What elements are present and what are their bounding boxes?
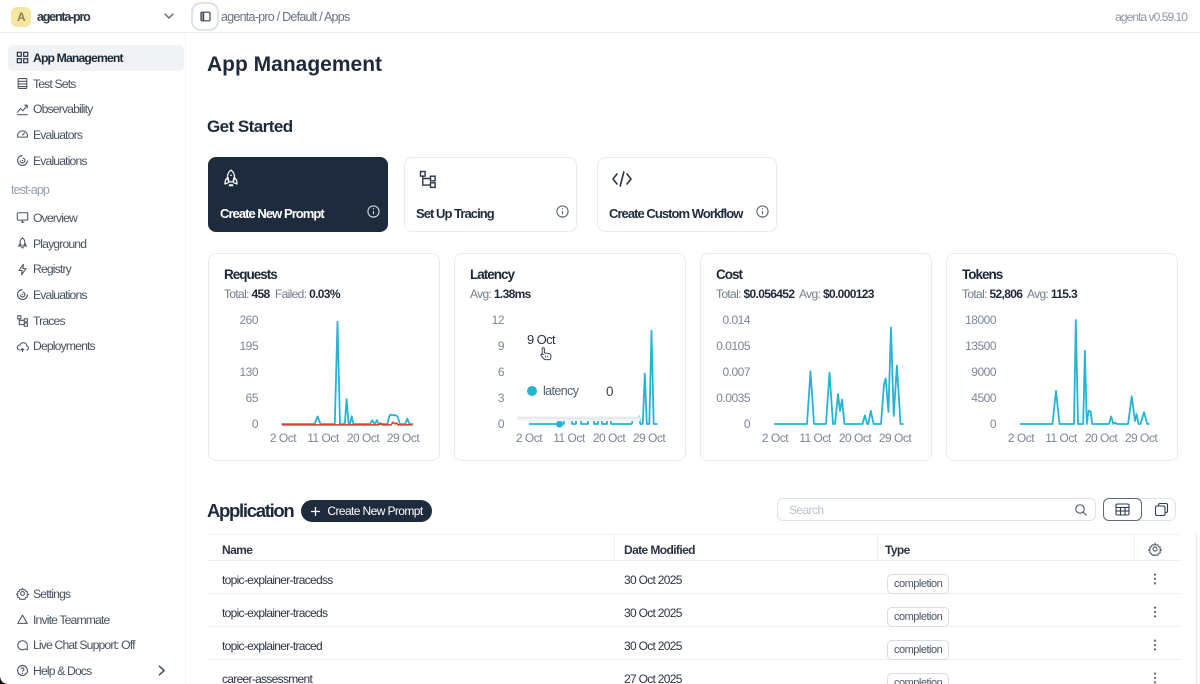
svg-text:20 Oct: 20 Oct xyxy=(839,431,873,445)
svg-text:29 Oct: 29 Oct xyxy=(633,431,667,445)
svg-text:20 Oct: 20 Oct xyxy=(347,431,381,445)
svg-text:2 Oct: 2 Oct xyxy=(762,431,789,445)
svg-text:11 Oct: 11 Oct xyxy=(307,431,340,445)
svg-text:2 Oct: 2 Oct xyxy=(1008,431,1035,445)
svg-text:12: 12 xyxy=(492,313,505,327)
svg-text:0: 0 xyxy=(744,417,751,431)
svg-text:0: 0 xyxy=(498,417,505,431)
svg-text:9 Oct: 9 Oct xyxy=(527,332,556,347)
svg-text:latency: latency xyxy=(543,384,580,398)
svg-text:0.0105: 0.0105 xyxy=(716,339,751,353)
svg-text:2 Oct: 2 Oct xyxy=(516,431,543,445)
svg-text:260: 260 xyxy=(239,313,258,327)
svg-text:0: 0 xyxy=(990,417,997,431)
svg-text:20 Oct: 20 Oct xyxy=(1085,431,1119,445)
svg-text:29 Oct: 29 Oct xyxy=(1125,431,1159,445)
svg-text:4500: 4500 xyxy=(971,391,997,405)
svg-text:13500: 13500 xyxy=(965,339,997,353)
svg-text:9: 9 xyxy=(498,339,505,353)
svg-text:2 Oct: 2 Oct xyxy=(270,431,297,445)
svg-text:6: 6 xyxy=(498,365,505,379)
svg-text:11 Oct: 11 Oct xyxy=(799,431,832,445)
svg-text:0.007: 0.007 xyxy=(722,365,750,379)
svg-text:130: 130 xyxy=(239,365,258,379)
svg-text:29 Oct: 29 Oct xyxy=(387,431,421,445)
svg-text:0.0035: 0.0035 xyxy=(716,391,751,405)
svg-text:195: 195 xyxy=(239,339,258,353)
svg-text:9000: 9000 xyxy=(971,365,997,379)
svg-text:0: 0 xyxy=(606,384,613,399)
svg-text:65: 65 xyxy=(246,391,259,405)
svg-text:11 Oct: 11 Oct xyxy=(553,431,586,445)
svg-text:18000: 18000 xyxy=(965,313,997,327)
svg-text:0.014: 0.014 xyxy=(722,313,750,327)
svg-text:3: 3 xyxy=(498,391,505,405)
svg-text:29 Oct: 29 Oct xyxy=(879,431,913,445)
svg-text:11 Oct: 11 Oct xyxy=(1045,431,1078,445)
svg-text:20 Oct: 20 Oct xyxy=(593,431,627,445)
svg-text:0: 0 xyxy=(252,417,259,431)
